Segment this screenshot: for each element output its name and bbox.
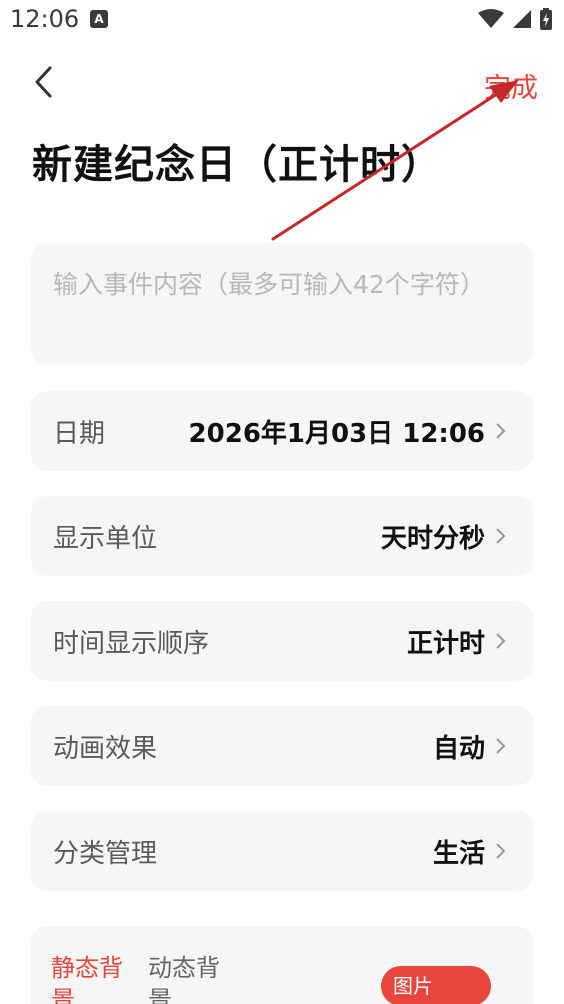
background-card: 静态背景 动态背景 图片: [31, 926, 533, 1004]
date-value: 2026年1月03日 12:06: [188, 419, 485, 449]
chevron-right-icon: [496, 633, 506, 649]
event-content-placeholder: 输入事件内容（最多可输入42个字符）: [53, 270, 485, 299]
category-value: 生活: [432, 839, 485, 869]
done-button[interactable]: 完成: [484, 66, 538, 105]
date-row[interactable]: 日期 2026年1月03日 12:06: [31, 391, 533, 471]
image-button[interactable]: 图片: [381, 966, 491, 1004]
time-order-label: 时间显示顺序: [53, 629, 210, 659]
display-unit-label: 显示单位: [53, 524, 158, 554]
status-bar: 12:06 A: [0, 0, 564, 40]
time-order-row[interactable]: 时间显示顺序 正计时: [31, 601, 533, 681]
chevron-right-icon: [496, 528, 506, 544]
animation-effect-label: 动画效果: [53, 734, 158, 764]
animation-effect-row[interactable]: 动画效果 自动: [31, 706, 533, 786]
date-label: 日期: [53, 419, 106, 449]
tab-dynamic-background[interactable]: 动态背景: [148, 952, 228, 1004]
event-content-input[interactable]: 输入事件内容（最多可输入42个字符）: [31, 243, 533, 365]
battery-icon: [540, 8, 552, 30]
status-time: 12:06: [10, 5, 80, 33]
chevron-right-icon: [496, 843, 506, 859]
display-unit-row[interactable]: 显示单位 天时分秒: [31, 496, 533, 576]
page-title: 新建纪念日（正计时）: [32, 142, 442, 188]
notification-badge-icon: A: [90, 10, 108, 28]
tab-static-background[interactable]: 静态背景: [51, 952, 131, 1004]
time-order-value: 正计时: [406, 629, 485, 659]
back-button[interactable]: [28, 62, 68, 102]
display-unit-value: 天时分秒: [380, 524, 485, 554]
status-icons: [478, 8, 552, 30]
chevron-right-icon: [496, 423, 506, 439]
nav-bar: 完成: [0, 52, 564, 112]
signal-icon: [513, 10, 531, 28]
category-row[interactable]: 分类管理 生活: [31, 811, 533, 891]
animation-effect-value: 自动: [432, 734, 485, 764]
chevron-right-icon: [496, 738, 506, 754]
wifi-icon: [478, 9, 504, 28]
chevron-left-icon: [35, 66, 52, 98]
category-label: 分类管理: [53, 839, 158, 869]
